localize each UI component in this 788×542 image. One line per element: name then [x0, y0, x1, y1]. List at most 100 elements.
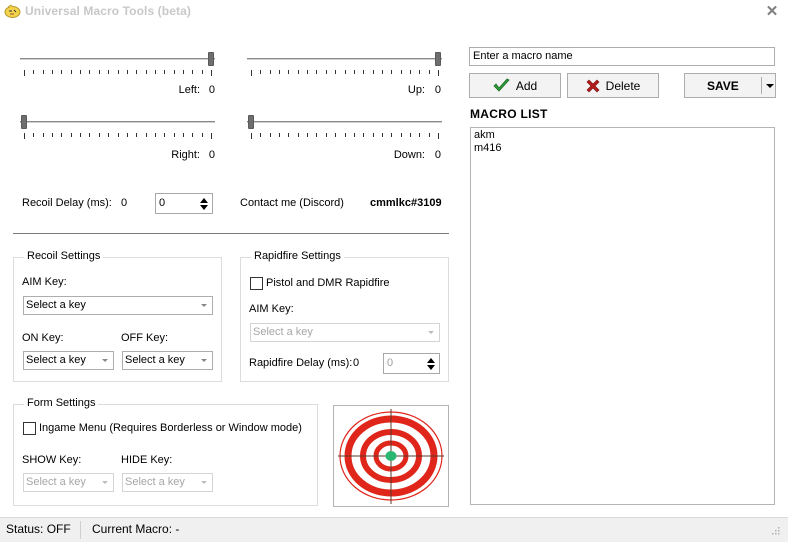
slider-tick: [297, 70, 299, 74]
slider-tick: [400, 133, 402, 137]
save-split-divider: [761, 77, 762, 94]
show-key-value: Select a key: [26, 476, 86, 488]
recoil-off-key-value: Select a key: [125, 354, 185, 366]
recoil-aim-key-select[interactable]: Select a key: [23, 296, 213, 315]
checkmark-icon: [493, 78, 510, 92]
down-value: 0: [434, 149, 441, 161]
add-button[interactable]: Add: [469, 73, 561, 98]
slider-tick: [70, 133, 72, 137]
slider-tick: [316, 70, 318, 74]
rapidfire-delay-label: Rapidfire Delay (ms):: [249, 357, 353, 369]
macro-list-title: MACRO LIST: [470, 107, 548, 121]
slider-tick: [173, 133, 175, 137]
rapidfire-settings-title: Rapidfire Settings: [251, 250, 344, 262]
slider-tick: [353, 70, 355, 74]
slider-tick: [61, 133, 63, 137]
slider-tick: [344, 133, 346, 137]
show-key-select[interactable]: Select a key: [23, 473, 114, 492]
slider-tick: [409, 133, 411, 137]
resize-grip-icon[interactable]: [771, 526, 781, 536]
rapidfire-checkbox-label[interactable]: Pistol and DMR Rapidfire: [266, 277, 390, 289]
recoil-delay-spinner-value: 0: [159, 197, 166, 209]
save-button[interactable]: SAVE: [684, 73, 776, 98]
slider-tick: [381, 133, 383, 137]
slider-tick: [108, 133, 110, 137]
slider-tick: [325, 70, 327, 74]
macro-name-input[interactable]: Enter a macro name: [469, 47, 775, 66]
up-slider[interactable]: [247, 50, 442, 80]
close-icon[interactable]: ✕: [762, 3, 782, 21]
slider-tick: [372, 133, 374, 137]
spinner-arrows-icon[interactable]: [200, 197, 208, 211]
up-slider-thumb[interactable]: [435, 52, 441, 66]
down-slider-thumb[interactable]: [248, 115, 254, 129]
right-slider-thumb[interactable]: [21, 115, 27, 129]
slider-tick: [251, 70, 252, 76]
slider-tick: [52, 133, 54, 137]
rapidfire-delay-value: 0: [353, 357, 360, 369]
slider-tick: [307, 133, 309, 137]
form-settings-group: Form Settings Ingame Menu (Requires Bord…: [13, 397, 318, 506]
up-value: 0: [434, 84, 441, 96]
right-value: 0: [208, 149, 215, 161]
recoil-delay-spinner[interactable]: 0: [155, 193, 213, 214]
rapidfire-delay-spinner[interactable]: 0: [383, 353, 440, 374]
delete-x-icon: [586, 79, 600, 92]
slider-tick: [108, 70, 110, 74]
delete-button-label: Delete: [605, 78, 641, 93]
recoil-delay-value: 0: [121, 197, 128, 209]
target-image: [333, 405, 449, 507]
slider-tick: [409, 70, 411, 74]
slider-tick: [192, 70, 194, 74]
macro-list-item[interactable]: akm: [474, 129, 771, 142]
spinner-arrows-icon[interactable]: [427, 357, 435, 371]
macro-list-item[interactable]: m416: [474, 142, 771, 155]
slider-tick: [288, 70, 290, 74]
delete-button[interactable]: Delete: [567, 73, 659, 98]
macro-list[interactable]: akm m416: [470, 127, 775, 505]
slider-tick: [201, 70, 203, 74]
slider-tick: [353, 133, 355, 137]
title-bar: Universal Macro Tools (beta) ✕: [0, 0, 788, 26]
rapidfire-checkbox[interactable]: [250, 277, 263, 290]
slider-tick: [201, 133, 203, 137]
slider-tick: [42, 70, 44, 74]
save-dropdown-arrow-icon[interactable]: [766, 84, 774, 88]
down-slider[interactable]: [247, 113, 442, 143]
rapidfire-aim-key-select[interactable]: Select a key: [250, 323, 440, 342]
recoil-settings-group: Recoil Settings AIM Key: Select a key ON…: [13, 250, 222, 382]
status-text: Status: OFF: [6, 522, 71, 536]
slider-tick: [98, 70, 100, 74]
slider-tick: [164, 133, 166, 137]
status-separator: [80, 521, 81, 539]
slider-tick: [136, 70, 138, 74]
recoil-aim-key-label: AIM Key:: [22, 276, 67, 288]
slider-tick: [89, 70, 91, 74]
slider-tick: [419, 70, 421, 74]
hide-key-select[interactable]: Select a key: [122, 473, 213, 492]
hide-key-label: HIDE Key:: [121, 454, 173, 466]
slider-tick: [325, 133, 327, 137]
slider-tick: [279, 133, 281, 137]
slider-tick: [269, 70, 271, 74]
slider-tick: [344, 70, 346, 74]
ingame-menu-label[interactable]: Ingame Menu (Requires Borderless or Wind…: [39, 422, 302, 434]
right-slider[interactable]: [20, 113, 215, 143]
recoil-on-key-select[interactable]: Select a key: [23, 351, 114, 370]
rapidfire-aim-key-label: AIM Key:: [249, 303, 294, 315]
slider-tick: [126, 133, 128, 137]
slider-tick: [154, 133, 156, 137]
right-label: Right:: [171, 149, 200, 161]
slider-tick: [428, 70, 430, 74]
app-face-icon: [4, 4, 21, 18]
recoil-off-key-select[interactable]: Select a key: [122, 351, 213, 370]
left-slider-thumb[interactable]: [208, 52, 214, 66]
slider-tick: [316, 133, 318, 137]
left-slider[interactable]: [20, 50, 215, 80]
slider-tick: [33, 70, 35, 74]
slider-tick: [173, 70, 175, 74]
slider-tick: [117, 133, 119, 137]
slider-tick: [98, 133, 100, 137]
ingame-menu-checkbox[interactable]: [23, 422, 36, 435]
slider-tick: [260, 133, 262, 137]
